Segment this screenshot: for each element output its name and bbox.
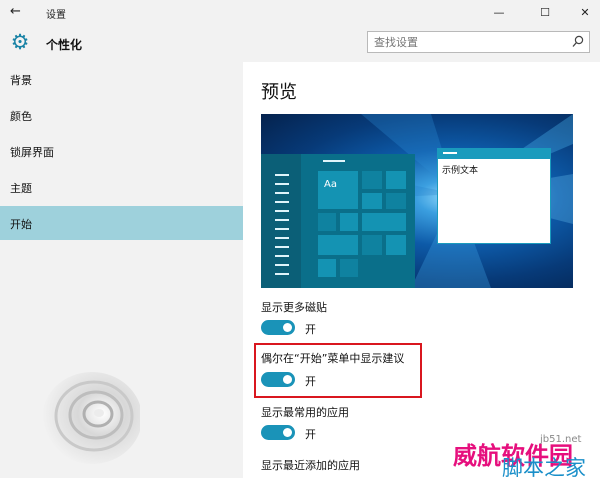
tile-group-header — [323, 160, 345, 162]
menu-line — [275, 273, 289, 275]
toggle-knob — [283, 323, 292, 332]
section-title-preview: 预览 — [261, 82, 297, 103]
tile — [317, 212, 337, 232]
tile-grid: Aa — [317, 170, 409, 288]
page-title: 个性化 — [46, 38, 83, 52]
sidebar-item-start[interactable]: 开始 — [0, 206, 243, 240]
page-header: ⚙ 个性化 — [0, 24, 600, 62]
sidebar-item-label: 开始 — [10, 218, 32, 231]
toggle-state-label: 开 — [305, 323, 316, 336]
setting-label: 显示最常用的应用 — [261, 406, 349, 419]
tile — [339, 212, 359, 232]
menu-line — [275, 192, 289, 194]
sample-text: 示例文本 — [442, 166, 479, 176]
sidebar-item-label: 背景 — [10, 74, 32, 87]
titlebar-line — [443, 152, 457, 154]
menu-line — [275, 201, 289, 203]
search-box[interactable] — [367, 31, 590, 53]
search-input[interactable] — [374, 34, 564, 50]
highlight-box — [254, 343, 422, 398]
maximize-button[interactable]: ☐ — [530, 0, 560, 24]
tile — [361, 192, 383, 210]
start-preview: Aa 示例文本 — [261, 114, 573, 288]
watermark-url: jb51.net — [540, 434, 582, 445]
menu-line — [275, 264, 289, 266]
sidebar-item-label: 主题 — [10, 182, 32, 195]
tile-large: Aa — [317, 170, 359, 210]
watermark-site-name: 脚本之家 — [502, 456, 586, 478]
tile — [361, 212, 407, 232]
minimize-button[interactable]: — — [484, 0, 514, 24]
main-content: 预览 Aa 示例文本 显示更多磁贴 开 偶尔在“开始”菜单中显示建议 开 显示最… — [243, 62, 600, 478]
sidebar-item-label: 锁屏界面 — [10, 146, 54, 159]
sample-window-preview: 示例文本 — [437, 148, 551, 244]
sample-window-titlebar — [438, 149, 550, 159]
gear-icon: ⚙ — [10, 30, 30, 54]
toggle-knob — [283, 428, 292, 437]
setting-label: 显示最近添加的应用 — [261, 459, 360, 472]
tile-label: Aa — [324, 179, 337, 190]
sidebar-item-themes[interactable]: 主题 — [0, 170, 243, 204]
sidebar-item-colors[interactable]: 颜色 — [0, 98, 243, 132]
back-arrow-icon[interactable]: ← — [10, 4, 21, 19]
menu-line — [275, 174, 289, 176]
decorative-swirl-image — [42, 372, 140, 464]
setting-label: 显示更多磁贴 — [261, 301, 327, 314]
toggle-show-more-tiles[interactable] — [261, 320, 295, 335]
tile — [385, 170, 407, 190]
menu-line — [275, 246, 289, 248]
sidebar-item-lock-screen[interactable]: 锁屏界面 — [0, 134, 243, 168]
sidebar-item-label: 颜色 — [10, 110, 32, 123]
menu-line — [275, 228, 289, 230]
menu-line — [275, 183, 289, 185]
tile — [317, 258, 337, 278]
menu-line — [275, 210, 289, 212]
title-bar: ← 设置 — ☐ ✕ — [0, 0, 600, 24]
window-title: 设置 — [46, 10, 66, 21]
tile — [385, 234, 407, 256]
setting-most-used-apps: 显示最常用的应用 — [261, 404, 349, 420]
menu-line — [275, 219, 289, 221]
toggle-most-used-apps[interactable] — [261, 425, 295, 440]
tile — [361, 234, 383, 256]
start-menu-preview: Aa — [261, 154, 415, 288]
search-icon[interactable] — [572, 35, 584, 49]
tile — [339, 258, 359, 278]
close-button[interactable]: ✕ — [570, 0, 600, 24]
setting-recently-added-apps: 显示最近添加的应用 — [261, 457, 360, 473]
sidebar-item-background[interactable]: 背景 — [0, 62, 243, 96]
toggle-state-label: 开 — [305, 428, 316, 441]
tile — [385, 192, 407, 210]
tile — [317, 234, 359, 256]
tile — [361, 170, 383, 190]
menu-line — [275, 237, 289, 239]
setting-show-more-tiles: 显示更多磁贴 — [261, 299, 327, 315]
menu-line — [275, 255, 289, 257]
